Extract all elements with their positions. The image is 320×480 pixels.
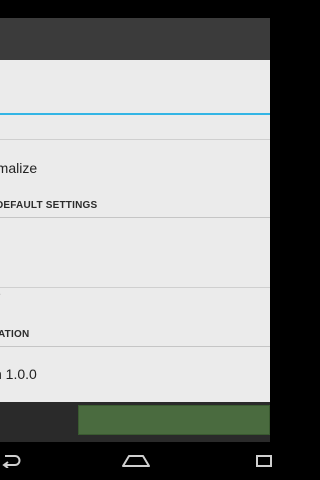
green-action-button[interactable]: [78, 405, 270, 435]
recent-apps-icon[interactable]: [252, 442, 276, 480]
version-label: n 1.0.0: [0, 366, 37, 382]
section-underline: [0, 346, 270, 347]
section-underline: [0, 217, 270, 218]
home-icon[interactable]: [118, 442, 154, 480]
divider: [0, 139, 270, 140]
preference-row[interactable]: [0, 224, 270, 272]
action-bar: [0, 18, 270, 60]
navigation-bar: [0, 442, 272, 480]
status-bar: [0, 0, 270, 18]
preference-label: e: [0, 270, 1, 318]
settings-dialog: rmalize DEFAULT SETTINGS e ATION n 1.0.0: [0, 60, 270, 402]
back-icon[interactable]: [0, 442, 30, 480]
text-input-field[interactable]: [0, 60, 270, 116]
version-row[interactable]: n 1.0.0: [0, 350, 270, 398]
normalize-preference[interactable]: rmalize: [0, 144, 270, 192]
preference-row[interactable]: e: [0, 270, 270, 318]
normalize-label: rmalize: [0, 160, 38, 176]
section-header-default-settings: DEFAULT SETTINGS: [0, 200, 98, 211]
input-underline: [0, 113, 270, 115]
section-header-information: ATION: [0, 329, 30, 340]
